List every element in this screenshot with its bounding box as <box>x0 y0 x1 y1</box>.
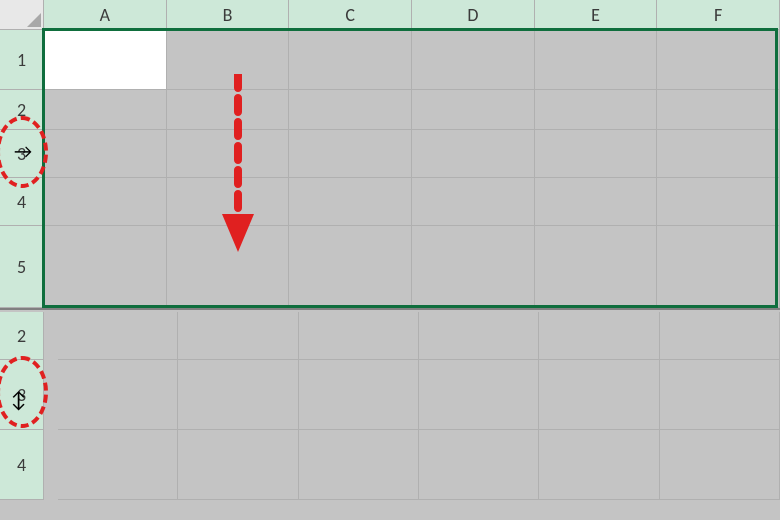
cell[interactable] <box>539 312 659 360</box>
row-header-4[interactable]: 4 <box>0 178 44 226</box>
cell-B4[interactable] <box>167 178 290 226</box>
cell[interactable] <box>58 360 178 430</box>
cell-A4[interactable] <box>44 178 167 226</box>
cell[interactable] <box>539 430 659 500</box>
cell-E4[interactable] <box>535 178 658 226</box>
cell-C2[interactable] <box>289 90 412 130</box>
cell[interactable] <box>178 312 298 360</box>
cell-B3[interactable] <box>167 130 290 178</box>
col-header-F[interactable]: F <box>657 0 780 30</box>
cell[interactable] <box>419 430 539 500</box>
select-all-button[interactable] <box>0 0 44 30</box>
cell-F2[interactable] <box>657 90 780 130</box>
cell-E5[interactable] <box>535 226 658 308</box>
cell-C3[interactable] <box>289 130 412 178</box>
cell-D5[interactable] <box>412 226 535 308</box>
col-header-C[interactable]: C <box>289 0 412 30</box>
row-header-1[interactable]: 1 <box>0 30 44 90</box>
cell-C4[interactable] <box>289 178 412 226</box>
column-headers: A B C D E F <box>44 0 780 30</box>
row-header-5[interactable]: 5 <box>0 226 44 308</box>
cell[interactable] <box>178 430 298 500</box>
spreadsheet-viewport: A B C D E F 1 2 3 4 5 <box>0 0 780 520</box>
cell-F1[interactable] <box>657 30 780 90</box>
cell[interactable] <box>539 360 659 430</box>
cell-D3[interactable] <box>412 130 535 178</box>
cell-E2[interactable] <box>535 90 658 130</box>
cell[interactable] <box>178 360 298 430</box>
cell[interactable] <box>58 430 178 500</box>
cell[interactable] <box>58 312 178 360</box>
cell-F5[interactable] <box>657 226 780 308</box>
cell-B1[interactable] <box>167 30 290 90</box>
cell[interactable] <box>299 312 419 360</box>
cell-B5[interactable] <box>167 226 290 308</box>
row-header-3[interactable]: 3 <box>0 130 44 178</box>
cell-A5[interactable] <box>44 226 167 308</box>
split-bar[interactable] <box>0 308 780 310</box>
cell[interactable] <box>660 430 780 500</box>
cell[interactable] <box>299 430 419 500</box>
cell[interactable] <box>419 360 539 430</box>
row-headers-upper: 1 2 3 4 5 <box>0 30 44 308</box>
cell-B2[interactable] <box>167 90 290 130</box>
cell-D4[interactable] <box>412 178 535 226</box>
grid-upper[interactable] <box>44 30 780 308</box>
cell-D1[interactable] <box>412 30 535 90</box>
cell[interactable] <box>660 360 780 430</box>
cell-C1[interactable] <box>289 30 412 90</box>
row-header-2b[interactable]: 2 <box>0 312 44 360</box>
cell[interactable] <box>419 312 539 360</box>
row-headers-lower: 2 3 4 <box>0 312 44 500</box>
col-header-E[interactable]: E <box>535 0 658 30</box>
cell-E3[interactable] <box>535 130 658 178</box>
row-header-4b[interactable]: 4 <box>0 430 44 500</box>
cell-A3[interactable] <box>44 130 167 178</box>
cell[interactable] <box>660 312 780 360</box>
row-header-3b[interactable]: 3 <box>0 360 44 430</box>
col-header-A[interactable]: A <box>44 0 167 30</box>
col-header-D[interactable]: D <box>412 0 535 30</box>
cell-A1[interactable] <box>44 30 167 90</box>
grid-lower[interactable] <box>58 312 780 520</box>
cell-A2[interactable] <box>44 90 167 130</box>
cell-F3[interactable] <box>657 130 780 178</box>
cell-E1[interactable] <box>535 30 658 90</box>
col-header-B[interactable]: B <box>167 0 290 30</box>
cell-C5[interactable] <box>289 226 412 308</box>
row-header-2[interactable]: 2 <box>0 90 44 130</box>
cell-D2[interactable] <box>412 90 535 130</box>
cell[interactable] <box>299 360 419 430</box>
cell-F4[interactable] <box>657 178 780 226</box>
